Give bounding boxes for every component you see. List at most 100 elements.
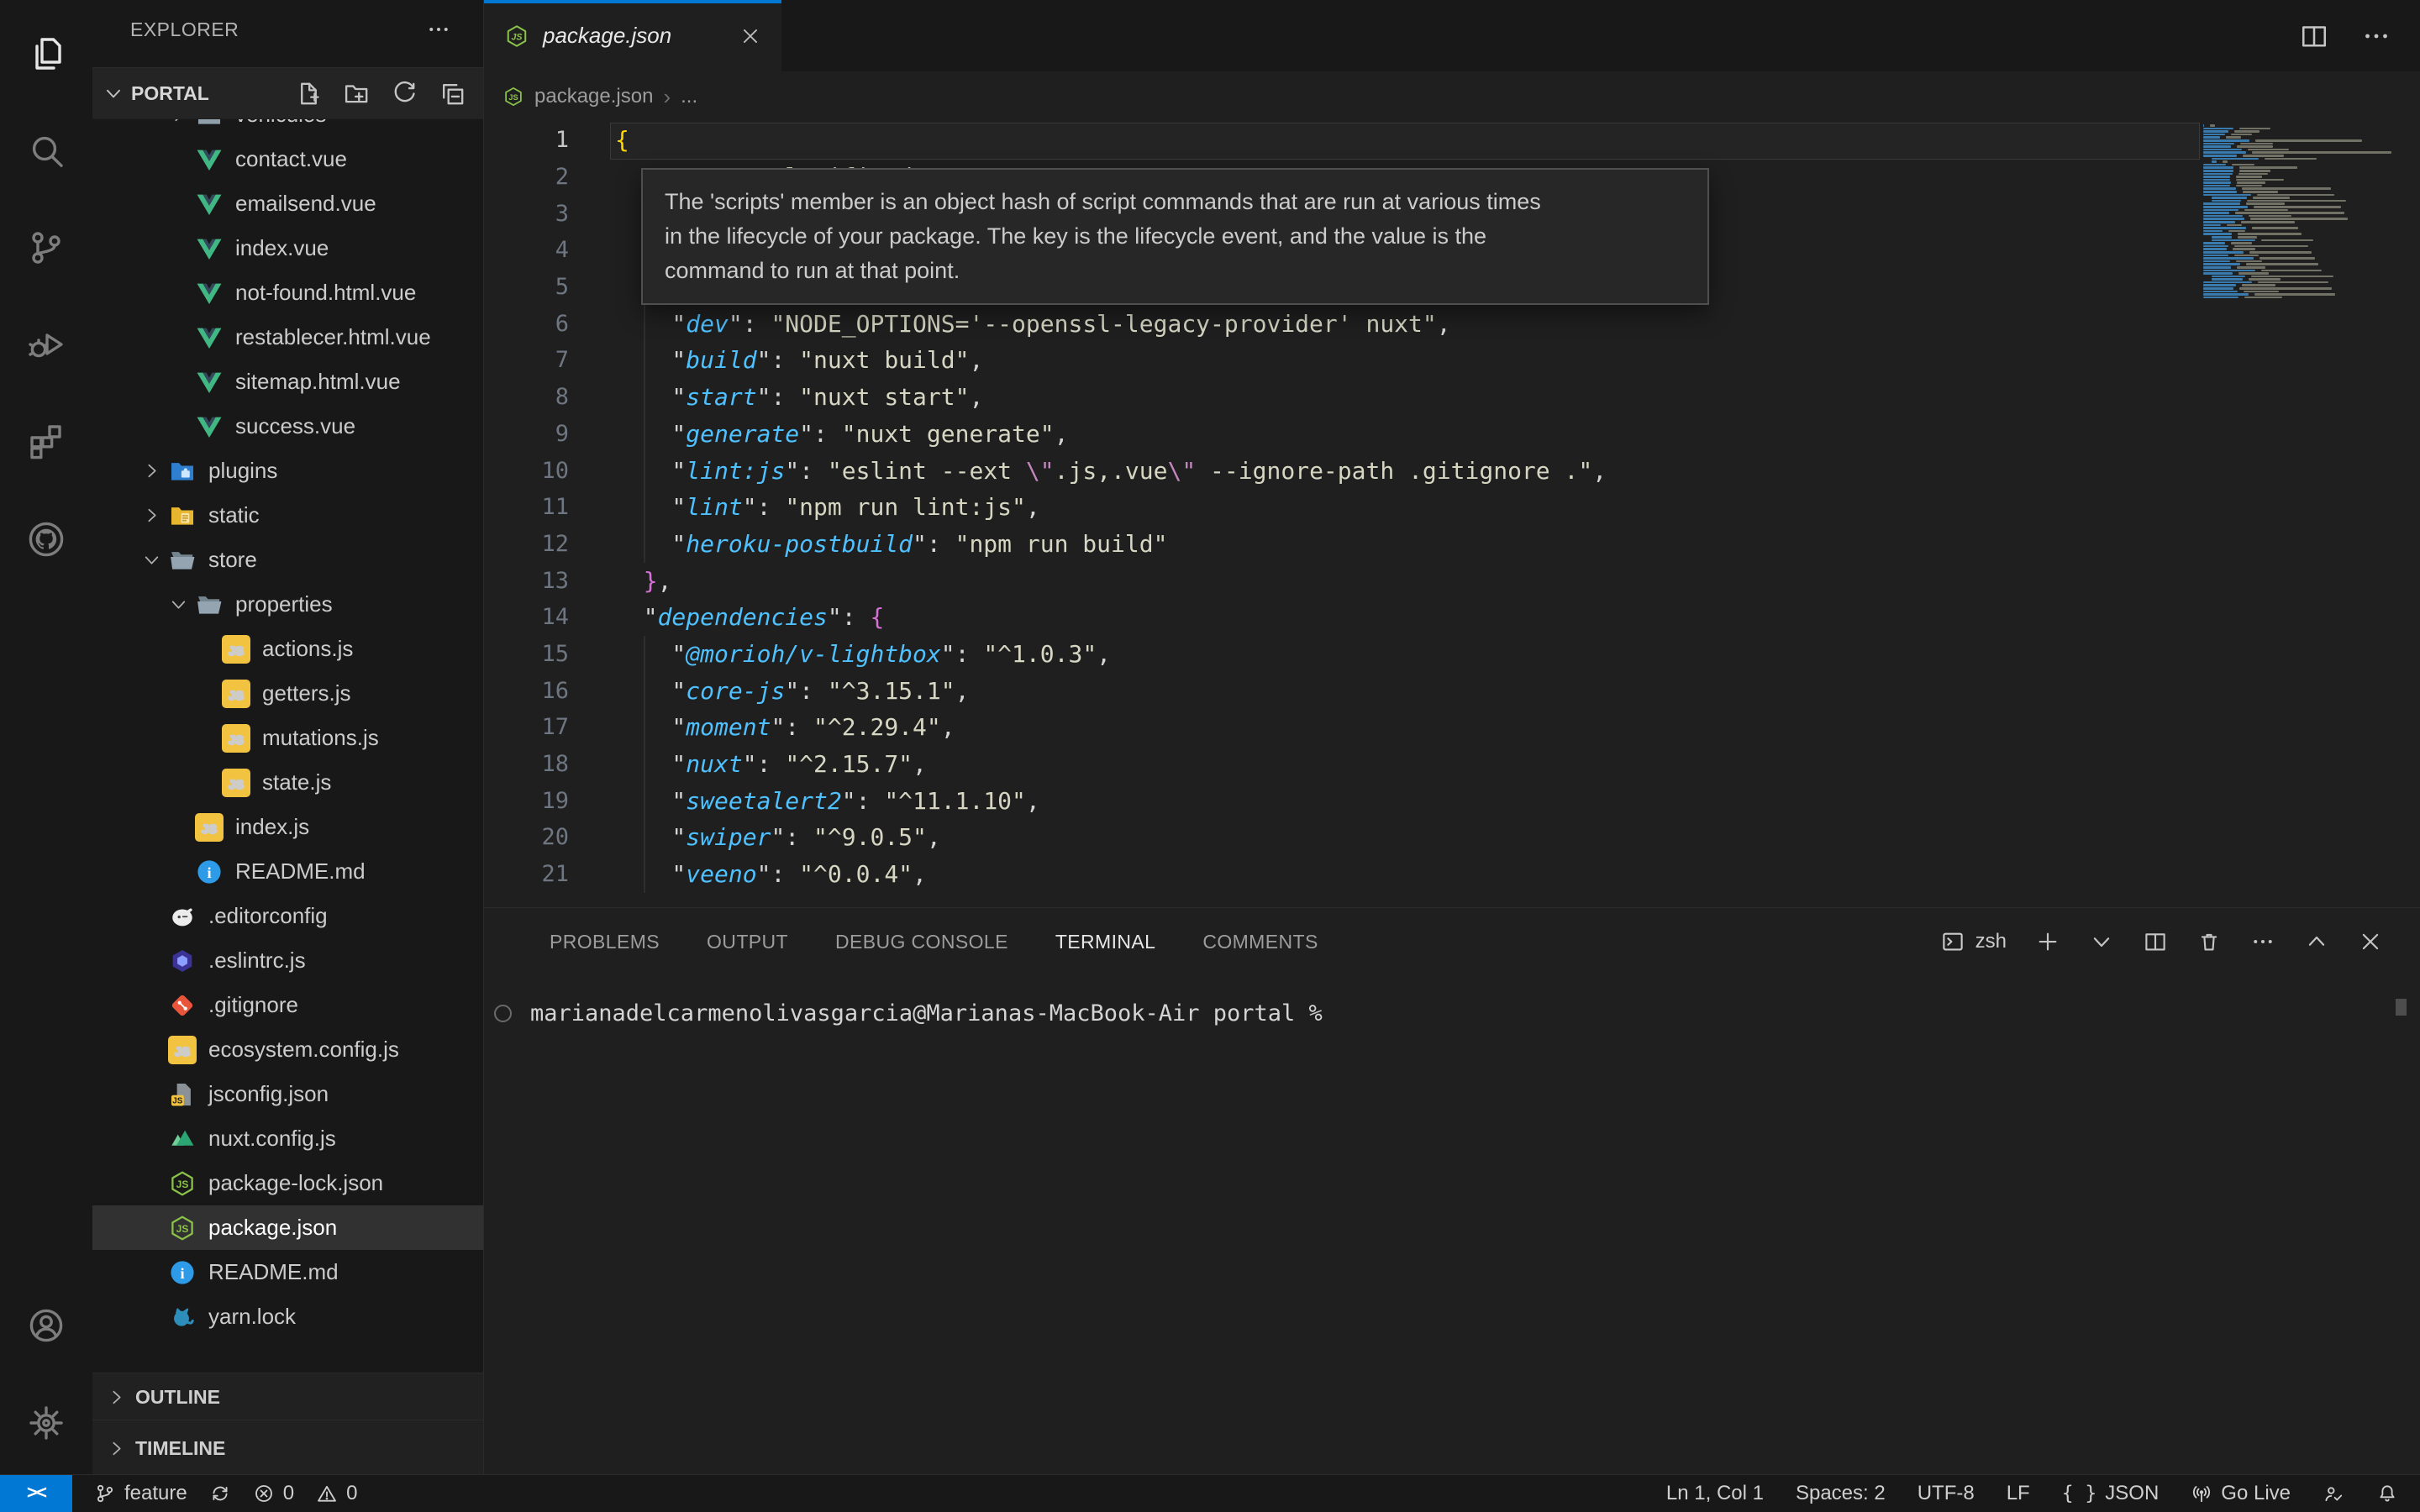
close-button[interactable] [2358,929,2383,954]
code-line-13[interactable]: 13 }, [484,562,2420,599]
code-line-7[interactable]: 7 "build": "nuxt build", [484,342,2420,379]
code-editor[interactable]: 1{2 "name": "clasificados",3 "version": … [484,122,2420,907]
tree-item-ecosystem.config.js[interactable]: JSecosystem.config.js [92,1027,483,1072]
tree-item-getters.js[interactable]: JSgetters.js [92,671,483,716]
views-more-actions-button[interactable] [426,17,451,42]
code-token: dependencies [658,603,828,631]
tree-item-not-found.html.vue[interactable]: not-found.html.vue [92,270,483,315]
refresh-button[interactable] [391,80,418,108]
minimap[interactable] [2193,124,2395,907]
tree-item-package.json[interactable]: JSpackage.json [92,1205,483,1250]
activity-extensions-icon[interactable] [0,400,92,484]
activity-settings-icon[interactable] [0,1381,92,1465]
terminal-content[interactable]: marianadelcarmenolivasgarcia@Marianas-Ma… [494,1000,1323,1026]
status-notifications[interactable] [2376,1475,2398,1512]
code-line-10[interactable]: 10 "lint:js": "eslint --ext \".js,.vue\"… [484,452,2420,489]
more-button[interactable] [2250,929,2275,954]
code-line-18[interactable]: 18 "nuxt": "^2.15.7", [484,746,2420,783]
code-line-17[interactable]: 17 "moment": "^2.29.4", [484,709,2420,746]
status-indentation[interactable]: Spaces: 2 [1796,1475,1886,1512]
breadcrumb-more[interactable]: ... [681,85,697,108]
activity-run-debug-icon[interactable] [0,302,92,386]
status-errors[interactable]: 0 [253,1475,294,1512]
terminal-scrollbar[interactable] [2396,999,2407,1016]
tree-item-nuxt.config.js[interactable]: nuxt.config.js [92,1116,483,1161]
portal-section-header[interactable]: PORTAL [92,67,483,119]
tree-item-readme.md[interactable]: iREADME.md [92,849,483,894]
code-line-6[interactable]: 6 "dev": "NODE_OPTIONS='--openssl-legacy… [484,305,2420,342]
activity-github-icon[interactable] [0,497,92,581]
split-button[interactable] [2143,929,2168,954]
panel-tab-debug-console[interactable]: DEBUG CONSOLE [835,931,1008,953]
tree-item-.editorconfig[interactable]: .editorconfig [92,894,483,938]
code-line-19[interactable]: 19 "sweetalert2": "^11.1.10", [484,782,2420,819]
plus-button[interactable] [2035,929,2060,954]
code-line-16[interactable]: 16 "core-js": "^3.15.1", [484,672,2420,709]
split-editor-button[interactable] [2299,21,2329,51]
tree-item-restablecer.html.vue[interactable]: restablecer.html.vue [92,315,483,360]
breadcrumb[interactable]: JS package.json › ... [484,71,2420,122]
tree-item-actions.js[interactable]: JSactions.js [92,627,483,671]
activity-explorer-icon[interactable] [0,12,92,96]
editor-more-actions-button[interactable] [2361,21,2391,51]
tree-item-mutations.js[interactable]: JSmutations.js [92,716,483,760]
close-tab-icon[interactable] [739,25,761,47]
svg-text:i: i [207,864,211,881]
code-line-9[interactable]: 9 "generate": "nuxt generate", [484,416,2420,453]
code-line-11[interactable]: 11 "lint": "npm run lint:js", [484,489,2420,526]
remote-indicator[interactable]: >< [0,1475,72,1512]
tree-item-yarn.lock[interactable]: yarn.lock [92,1294,483,1339]
code-line-1[interactable]: 1{ [484,122,2420,159]
panel-tab-problems[interactable]: PROBLEMS [550,931,660,953]
tree-item-contact.vue[interactable]: contact.vue [92,137,483,181]
status-eol[interactable]: LF [2007,1475,2030,1512]
chevron-up-button[interactable] [2304,929,2329,954]
status-cursor-position[interactable]: Ln 1, Col 1 [1666,1475,1764,1512]
sidebar-section-outline[interactable]: OUTLINE [92,1373,483,1420]
activity-accounts-icon[interactable] [0,1284,92,1368]
tree-item-readme.md[interactable]: iREADME.md [92,1250,483,1294]
tree-item-package-lock.json[interactable]: JSpackage-lock.json [92,1161,483,1205]
tree-item-vehiculos[interactable]: vehiculos [92,118,483,137]
chevron-down-button[interactable] [2089,929,2114,954]
tree-item-index.js[interactable]: JSindex.js [92,805,483,849]
tree-item-jsconfig.json[interactable]: JSjsconfig.json [92,1072,483,1116]
collapse-all-button[interactable] [439,80,466,108]
activity-search-icon[interactable] [0,109,92,193]
tree-item-success.vue[interactable]: success.vue [92,404,483,449]
status-go-live[interactable]: Go Live [2191,1475,2291,1512]
status-language-mode[interactable]: { }JSON [2062,1475,2160,1512]
activity-source-control-icon[interactable] [0,206,92,290]
panel-tab-comments[interactable]: COMMENTS [1202,931,1318,953]
code-line-14[interactable]: 14 "dependencies": { [484,599,2420,636]
tree-item-properties[interactable]: properties [92,582,483,627]
tree-item-.eslintrc.js[interactable]: .eslintrc.js [92,938,483,983]
status-encoding[interactable]: UTF-8 [1918,1475,1975,1512]
status-warnings[interactable]: 0 [316,1475,357,1512]
tab-package-json[interactable]: JS package.json [484,0,781,71]
status-sync[interactable] [209,1475,231,1512]
breadcrumb-file[interactable]: package.json [534,85,653,108]
tree-item-index.vue[interactable]: index.vue [92,226,483,270]
code-line-21[interactable]: 21 "veeno": "^0.0.4", [484,856,2420,893]
tree-item-.gitignore[interactable]: .gitignore [92,983,483,1027]
tree-item-state.js[interactable]: JSstate.js [92,760,483,805]
tree-item-static[interactable]: static [92,493,483,538]
tree-item-sitemap.html.vue[interactable]: sitemap.html.vue [92,360,483,404]
new-folder-button[interactable] [343,80,371,108]
code-line-8[interactable]: 8 "start": "nuxt start", [484,379,2420,416]
tree-item-store[interactable]: store [92,538,483,582]
sidebar-section-timeline[interactable]: TIMELINE [92,1420,483,1476]
status-feedback[interactable] [2323,1475,2344,1512]
shell-indicator[interactable]: zsh [1940,929,2007,954]
code-line-12[interactable]: 12 "heroku-postbuild": "npm run build" [484,526,2420,563]
panel-tab-terminal[interactable]: TERMINAL [1055,931,1156,953]
code-line-20[interactable]: 20 "swiper": "^9.0.5", [484,819,2420,856]
panel-tab-output[interactable]: OUTPUT [707,931,788,953]
trash-button[interactable] [2196,929,2222,954]
code-line-15[interactable]: 15 "@morioh/v-lightbox": "^1.0.3", [484,636,2420,673]
status-branch[interactable]: feature [94,1475,187,1512]
tree-item-plugins[interactable]: plugins [92,449,483,493]
new-file-button[interactable] [295,80,323,108]
tree-item-emailsend.vue[interactable]: emailsend.vue [92,181,483,226]
